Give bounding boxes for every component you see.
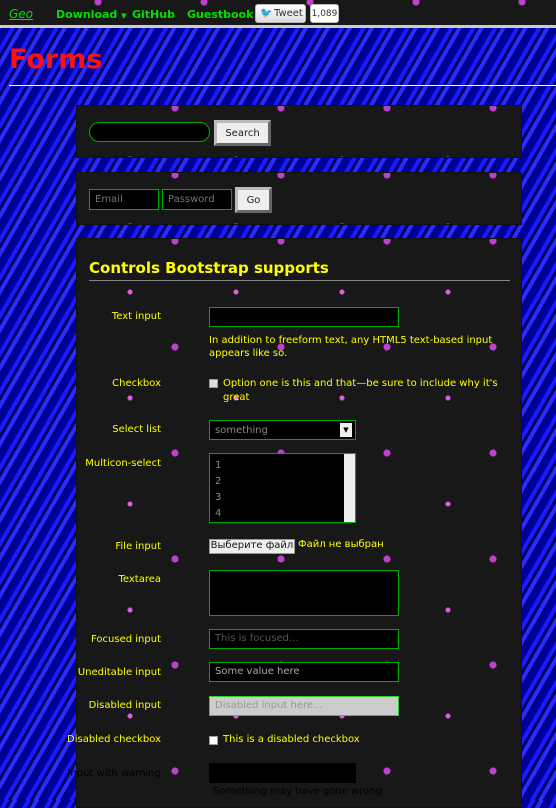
page-title: Forms — [9, 44, 103, 75]
disabled-input: Disabled input here... — [209, 696, 399, 716]
warning-input-label: Input with warning — [67, 768, 161, 779]
text-input-label: Text input — [111, 311, 161, 322]
controls-form: Controls Bootstrap supports Text input I… — [67, 238, 522, 808]
warning-input[interactable] — [209, 763, 356, 783]
textarea-label: Textarea — [118, 574, 161, 585]
text-input[interactable] — [209, 307, 399, 327]
nav-guestbook[interactable]: Guestbook — [187, 8, 253, 21]
tweet-count: 1,089 — [310, 4, 339, 23]
disabled-input-label: Disabled input — [88, 700, 161, 711]
tweet-button[interactable]: 🐦 Tweet — [255, 4, 306, 23]
navbar: Geo Download ▼ GitHub Guestbook 🐦 Tweet 1… — [0, 0, 556, 28]
twitter-bird-icon: 🐦 — [260, 8, 273, 19]
legend-divider — [89, 280, 510, 281]
divider — [9, 85, 556, 86]
checkbox-text: Option one is this and that—be sure to i… — [223, 378, 498, 403]
scrollbar[interactable] — [344, 454, 355, 522]
search-button[interactable]: Search — [214, 120, 271, 146]
warning-help: Something may have gone wrong — [213, 786, 382, 797]
uneditable-input-label: Uneditable input — [77, 667, 161, 678]
select-label: Select list — [112, 424, 161, 435]
multiselect-option[interactable]: 4 — [215, 506, 350, 522]
chevron-down-icon: ▼ — [340, 423, 352, 437]
multi-select[interactable]: 1 2 3 4 — [209, 453, 356, 523]
tweet-label: Tweet — [274, 8, 303, 19]
nav-download-label: Download — [56, 8, 118, 21]
text-input-help: In addition to freeform text, any HTML5 … — [209, 335, 493, 359]
select-list[interactable]: something ▼ — [209, 420, 356, 440]
email-input[interactable] — [89, 189, 159, 210]
password-input[interactable] — [162, 189, 232, 210]
nav-download[interactable]: Download ▼ — [56, 8, 127, 21]
disabled-checkbox — [209, 736, 218, 745]
multiselect-option[interactable]: 3 — [215, 490, 350, 506]
choose-file-button[interactable]: Выберите файл — [209, 539, 295, 554]
select-value: something — [215, 425, 268, 436]
form-legend: Controls Bootstrap supports — [89, 259, 329, 277]
focused-input[interactable]: This is focused... — [209, 629, 399, 649]
option-checkbox[interactable] — [209, 379, 218, 388]
search-form: Search — [76, 105, 522, 158]
disabled-checkbox-label: Disabled checkbox — [67, 734, 161, 745]
search-input[interactable] — [89, 122, 210, 142]
disabled-checkbox-text: This is a disabled checkbox — [223, 734, 360, 745]
go-button[interactable]: Go — [235, 187, 272, 213]
textarea[interactable] — [209, 570, 399, 616]
signin-form: Go — [76, 172, 522, 225]
multiselect-option[interactable]: 1 — [215, 458, 350, 474]
checkbox-label: Checkbox — [112, 378, 161, 389]
uneditable-input: Some value here — [209, 662, 399, 682]
caret-down-icon: ▼ — [121, 12, 127, 20]
multiselect-option[interactable]: 2 — [215, 474, 350, 490]
focused-input-label: Focused input — [91, 634, 161, 645]
brand-link[interactable]: Geo — [9, 7, 33, 21]
multiselect-label: Multicon-select — [85, 458, 161, 469]
nav-github[interactable]: GitHub — [132, 8, 175, 21]
file-input-label: File input — [115, 541, 161, 552]
file-status: Файл не выбран — [298, 539, 384, 550]
